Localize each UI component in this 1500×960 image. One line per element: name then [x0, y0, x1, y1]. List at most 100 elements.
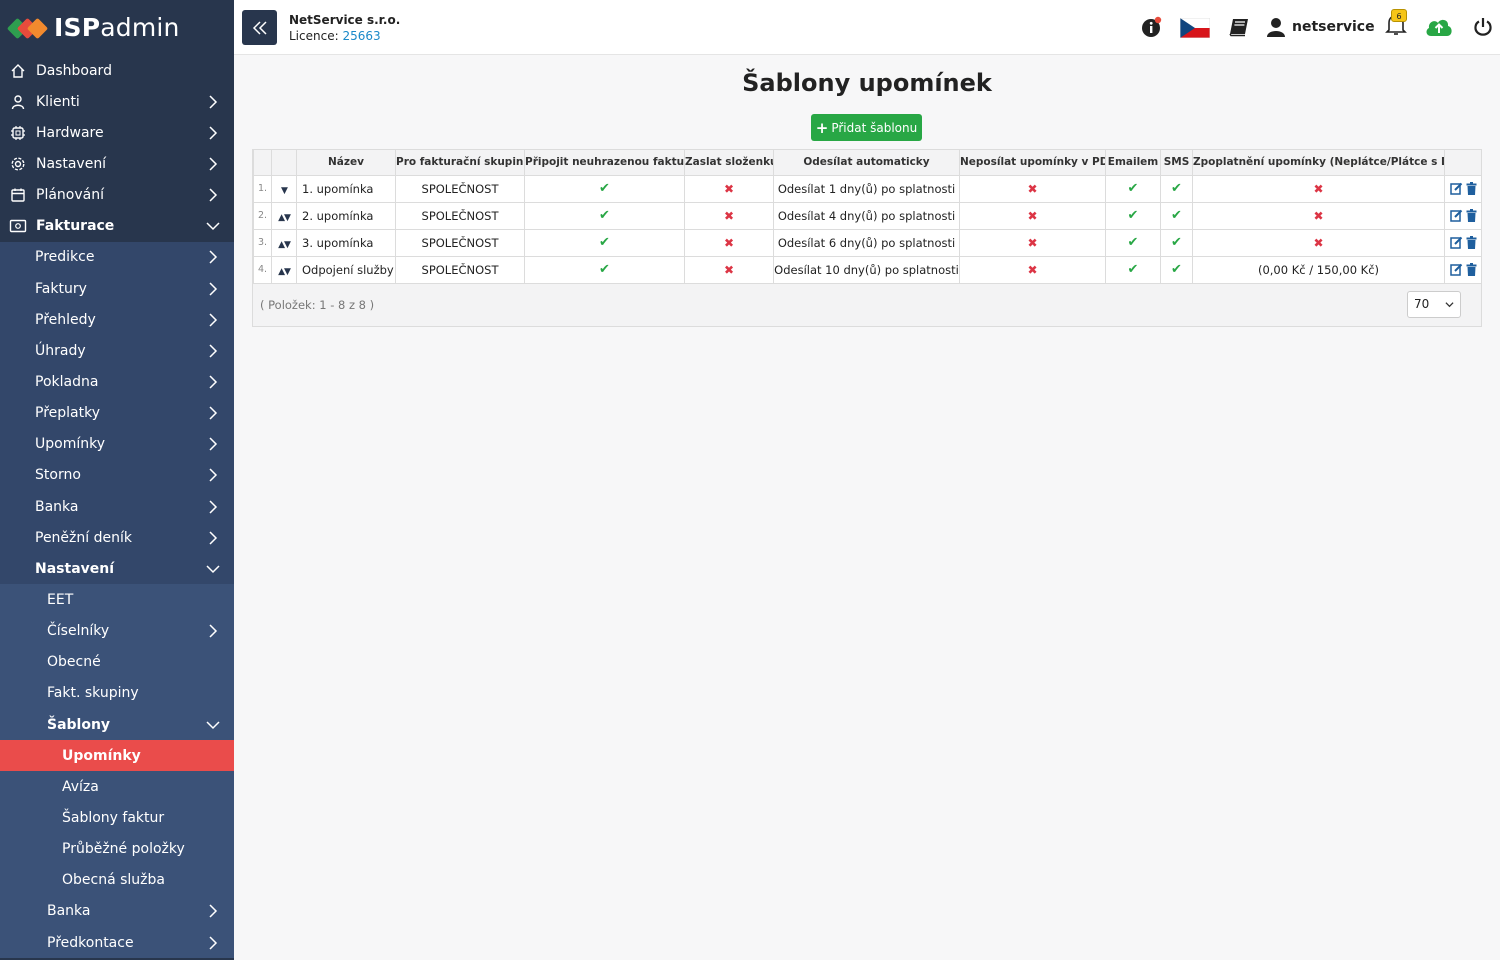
template-group: SPOLEČNOST	[395, 228, 525, 257]
sidebar-item-obecna-sluzba[interactable]: Obecná služba	[0, 864, 234, 896]
trash-icon[interactable]	[1466, 263, 1477, 276]
col-header-send-slip[interactable]: Zaslat složenku	[684, 150, 774, 176]
double-chevron-left-icon	[252, 20, 267, 35]
sidebar-item-dashboard[interactable]: Dashboard	[0, 55, 234, 87]
sidebar-item-banka-nastaveni[interactable]: Banka	[0, 895, 234, 927]
sidebar-item-hardware[interactable]: Hardware	[0, 117, 234, 149]
add-template-button[interactable]: + Přidat šablonu	[811, 114, 922, 141]
sidebar-item-banka[interactable]: Banka	[0, 490, 234, 523]
col-header-actions	[1444, 150, 1482, 176]
table-row: 1. ▼ 1. upomínka SPOLEČNOST ✔ ✖ Odesílat…	[253, 174, 1482, 203]
chevron-down-icon	[206, 222, 220, 231]
sidebar-item-upominky[interactable]: Upomínky	[0, 428, 234, 460]
sidebar-item-preplatky[interactable]: Přeplatky	[0, 397, 234, 429]
sidebar-item-planovani[interactable]: Plánování	[0, 179, 234, 211]
gear-icon	[9, 155, 27, 173]
sidebar-item-obecne[interactable]: Obecné	[0, 646, 234, 678]
company-info: NetService s.r.o. Licence: 25663	[289, 12, 400, 44]
chevron-right-icon	[209, 250, 218, 264]
sidebar-item-prehledy[interactable]: Přehledy	[0, 304, 234, 336]
notification-badge: 6	[1391, 9, 1407, 22]
col-header-fee[interactable]: Zpoplatnění upomínky (Neplátce/Plátce s …	[1192, 150, 1445, 176]
template-group: SPOLEČNOST	[395, 174, 525, 203]
trash-icon[interactable]	[1466, 209, 1477, 222]
actions-cell	[1444, 255, 1482, 284]
edit-icon[interactable]	[1449, 182, 1463, 195]
sidebar-item-predkontace[interactable]: Předkontace	[0, 926, 234, 959]
col-header-sms[interactable]: SMS	[1160, 150, 1193, 176]
logout-button[interactable]	[1473, 17, 1493, 41]
col-header-group[interactable]: Pro fakturační skupinu	[395, 150, 525, 176]
col-header-email[interactable]: Emailem	[1105, 150, 1161, 176]
chevron-down-icon	[1445, 302, 1454, 308]
sidebar-item-pokladna[interactable]: Pokladna	[0, 366, 234, 398]
language-flag-cz[interactable]	[1179, 17, 1211, 42]
cross-icon: ✖	[1313, 208, 1324, 223]
edit-icon[interactable]	[1449, 263, 1463, 276]
sidebar-item-sablony-upominky[interactable]: Upomínky	[0, 740, 234, 772]
info-button[interactable]	[1141, 16, 1163, 42]
sidebar-item-predikce[interactable]: Predikce	[0, 241, 234, 273]
row-number: 2.	[253, 201, 272, 230]
page-size-select[interactable]: 70	[1407, 291, 1461, 318]
plus-icon: +	[815, 118, 829, 137]
template-name: 3. upomínka	[296, 228, 396, 257]
sidebar-item-sablony[interactable]: Šablony	[0, 708, 234, 741]
sidebar-item-prubezne-polozky[interactable]: Průběžné položky	[0, 833, 234, 865]
power-icon	[1474, 18, 1492, 36]
sidebar-item-uhrady[interactable]: Úhrady	[0, 335, 234, 367]
move-up-down-icon[interactable]: ▲▼	[278, 213, 291, 223]
check-icon: ✔	[599, 208, 610, 223]
sidebar-item-sablony-faktur[interactable]: Šablony faktur	[0, 802, 234, 834]
cross-icon: ✖	[723, 208, 735, 223]
sidebar: ISPadmin Dashboard Klienti Hardware Nast…	[0, 0, 234, 960]
template-name: 1. upomínka	[296, 174, 396, 203]
col-header-name[interactable]: Název	[296, 150, 396, 176]
move-up-down-icon[interactable]: ▲▼	[278, 240, 291, 250]
chevron-right-icon	[209, 95, 218, 109]
sms-cell: ✔	[1160, 228, 1193, 257]
user-menu[interactable]: netservice	[1266, 17, 1375, 37]
sidebar-item-storno[interactable]: Storno	[0, 459, 234, 491]
trash-icon[interactable]	[1466, 182, 1477, 195]
logo[interactable]: ISPadmin	[0, 0, 234, 55]
auto-send-cell: Odesílat 10 dny(ů) po splatnosti	[773, 255, 960, 284]
sidebar-item-nastaveni-fakturace[interactable]: Nastavení	[0, 553, 234, 585]
sidebar-item-eet[interactable]: EET	[0, 584, 234, 616]
trash-icon[interactable]	[1466, 236, 1477, 249]
col-header-auto-send[interactable]: Odesílat automaticky	[773, 150, 960, 176]
info-icon	[1142, 16, 1162, 37]
attach-invoice-cell: ✔	[524, 201, 685, 230]
edit-icon[interactable]	[1449, 236, 1463, 249]
sidebar-item-faktury[interactable]: Faktury	[0, 272, 234, 305]
sidebar-item-aviza[interactable]: Avíza	[0, 771, 234, 803]
check-icon: ✔	[1127, 181, 1139, 196]
sidebar-item-penezni-denik[interactable]: Peněžní deník	[0, 522, 234, 554]
edit-icon[interactable]	[1449, 209, 1463, 222]
chevron-right-icon	[209, 344, 218, 358]
no-pdf-cell: ✖	[959, 201, 1106, 230]
check-icon: ✔	[1127, 235, 1139, 250]
user-icon	[1267, 18, 1285, 37]
sidebar-item-nastaveni[interactable]: Nastavení	[0, 148, 234, 180]
move-down-icon[interactable]: ▼	[281, 186, 288, 196]
sidebar-item-klienti[interactable]: Klienti	[0, 86, 234, 118]
chevron-right-icon	[209, 313, 218, 327]
notifications-button[interactable]: 6	[1384, 9, 1408, 42]
calendar-icon	[9, 186, 27, 204]
sidebar-item-fakturace[interactable]: Fakturace	[0, 210, 234, 242]
col-header-no-pdf[interactable]: Neposílat upomínky v PDF	[959, 150, 1106, 176]
sidebar-item-fakt-skupiny[interactable]: Fakt. skupiny	[0, 677, 234, 709]
upload-button[interactable]	[1424, 15, 1454, 41]
template-group: SPOLEČNOST	[395, 201, 525, 230]
row-number: 3.	[253, 228, 272, 257]
licence-number[interactable]: 25663	[342, 29, 380, 43]
cross-icon: ✖	[1027, 208, 1038, 223]
col-header-attach-invoice[interactable]: Připojit neuhrazenou fakturu	[524, 150, 685, 176]
move-up-down-icon[interactable]: ▲▼	[278, 267, 291, 277]
no-pdf-cell: ✖	[959, 255, 1106, 284]
col-header-num	[253, 150, 272, 176]
sidebar-item-ciselniky[interactable]: Číselníky	[0, 615, 234, 647]
manual-button[interactable]	[1228, 17, 1250, 41]
collapse-sidebar-button[interactable]	[242, 10, 277, 45]
